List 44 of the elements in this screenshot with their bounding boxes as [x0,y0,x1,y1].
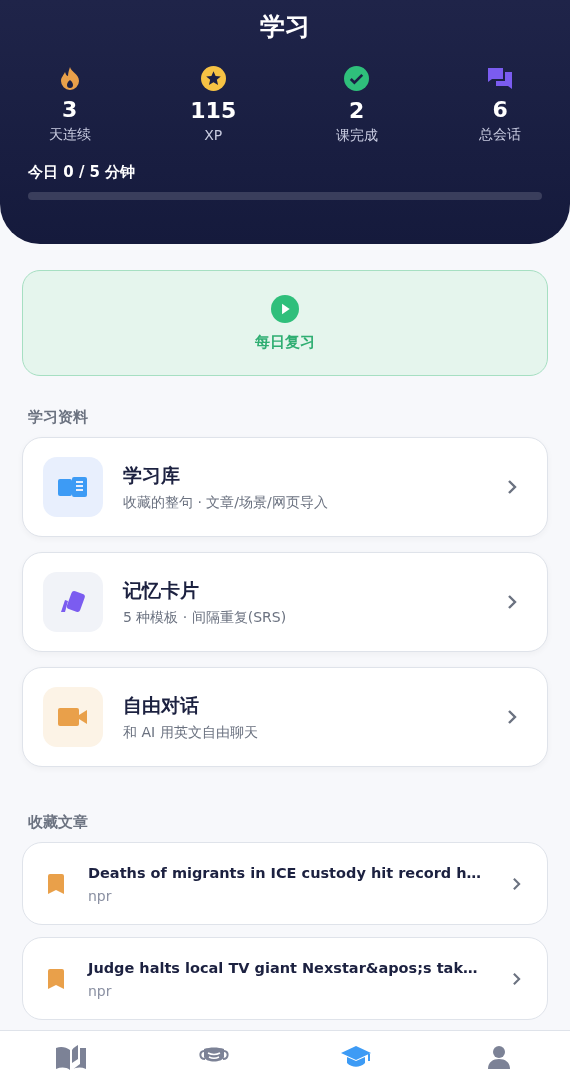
chevron-right-icon [512,876,521,891]
section-heading: 收藏文章 [28,813,89,832]
stat-label: XP [204,127,223,143]
card-title: 记忆卡片 [123,577,200,603]
chevron-right-icon [507,709,517,725]
card-title: 学习库 [123,462,181,488]
stat-label: 总会话 [479,126,522,144]
article-title: Deaths of migrants in ICE custody hit record h… [88,864,482,883]
bookmark-icon [48,873,64,894]
play-icon [271,294,299,323]
daily-goal-label: 今日 0 / 5 分钟 [28,163,137,182]
check-icon [344,66,370,91]
card-subtitle: 5 种模板 · 间隔重复(SRS) [123,608,288,627]
chevron-right-icon [507,594,517,610]
stat-label: 天连续 [48,126,91,144]
article-source: npr [88,983,113,999]
material-card[interactable]: 记忆卡片 5 种模板 · 间隔重复(SRS) [22,552,548,652]
article-source: npr [88,888,113,904]
card-title: 自由对话 [123,692,200,718]
stat-value: 3 [62,96,78,124]
book-icon [55,1045,88,1071]
article-title: Judge halts local TV giant Nexstar&apos;s tak… [88,959,478,978]
stat-value: 115 [190,97,237,125]
article-card[interactable]: Judge halts local TV giant Nexstar&apos;s tak… npr [22,937,548,1020]
stat-value: 6 [492,96,508,124]
chevron-right-icon [507,479,517,495]
stat-value: 2 [349,97,365,125]
material-card[interactable]: 学习库 收藏的整句 · 文章/场景/网页导入 [22,437,548,537]
cards-icon [59,589,87,615]
material-card[interactable]: 自由对话 和 AI 用英文自由聊天 [22,667,548,767]
page-title: 学习 [259,11,311,43]
chat-icon [487,66,514,90]
card-subtitle: 和 AI 用英文自由聊天 [123,723,259,742]
graduation-cap-icon [341,1045,372,1069]
video-camera-icon [58,708,88,726]
section-heading: 学习资料 [28,408,89,427]
person-icon [486,1045,511,1069]
chevron-right-icon [512,971,521,986]
card-subtitle: 收藏的整句 · 文章/场景/网页导入 [123,493,329,512]
article-card[interactable]: Deaths of migrants in ICE custody hit record h… npr [22,842,548,925]
book-icon [58,476,88,498]
bookmark-icon [48,968,64,989]
flame-icon [58,66,81,90]
stat-label: 课完成 [335,127,378,145]
